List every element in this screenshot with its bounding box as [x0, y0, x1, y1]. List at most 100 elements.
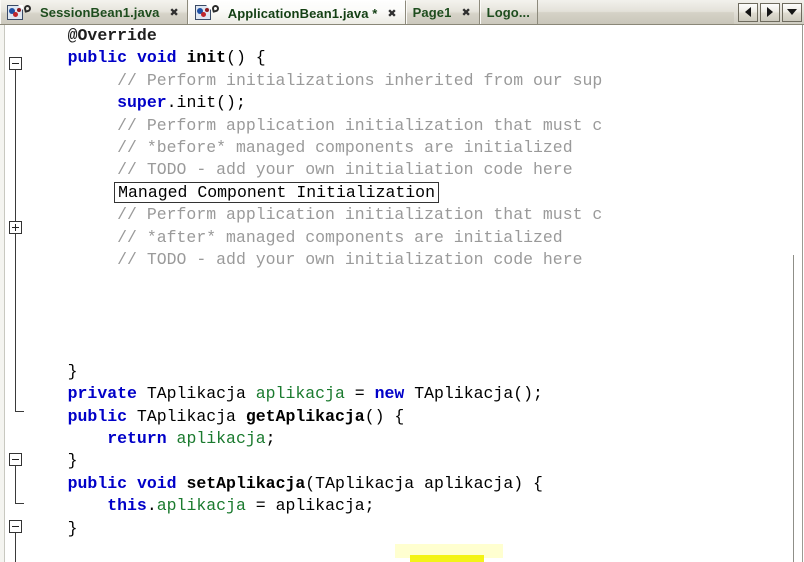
code-line: public void init() { [28, 47, 802, 69]
tab-close-icon[interactable]: ✖ [169, 7, 180, 18]
code-token: // Perform initializations inherited fro… [117, 70, 603, 90]
collapsed-fold-box[interactable]: Managed Component Initialization [114, 181, 439, 203]
code-line: private TAplikacja aplikacja = new TApli… [28, 383, 802, 405]
tab-sessionbean1-java[interactable]: SessionBean1.java ✖ [0, 0, 188, 24]
fold-range-end [15, 503, 24, 504]
fold-toggle-set-aplikacja[interactable] [9, 520, 22, 533]
code-token: // TODO - add your own initialiation cod… [117, 160, 573, 180]
fold-range-line [15, 466, 16, 503]
tab-close-icon[interactable]: ✖ [386, 8, 397, 19]
fold-toggle-get-aplikacja[interactable] [9, 453, 22, 466]
code-token: super [117, 93, 167, 113]
code-token: // Perform application initialization th… [117, 115, 603, 135]
code-token: setAplikacja [186, 473, 306, 493]
code-line: // TODO - add your own initialiation cod… [28, 159, 802, 181]
code-line: this.aplikacja = aplikacja; [28, 495, 802, 517]
fold-toggle-managed-component-initialization[interactable] [9, 221, 22, 234]
tab-close-icon[interactable]: ✖ [460, 7, 471, 18]
code-token: // *before* managed components are initi… [117, 137, 573, 157]
code-token: void [136, 473, 177, 493]
code-line: // *after* managed components are initia… [28, 227, 802, 249]
code-token: return [107, 429, 167, 449]
code-token: = aplikacja; [245, 496, 375, 516]
tab-list-dropdown-button[interactable] [782, 2, 802, 22]
code-line: // Perform initializations inherited fro… [28, 70, 802, 92]
code-token: public [67, 406, 128, 426]
code-line: @Override [28, 25, 802, 47]
code-line: public TAplikacja getAplikacja() { [28, 406, 802, 428]
code-text-area[interactable]: @Override public void init() { // Perfor… [28, 25, 802, 562]
code-line: Managed Component Initialization [28, 181, 802, 204]
code-line: // Perform application initialization th… [28, 204, 802, 226]
tab-applicationbean1-java[interactable]: ApplicationBean1.java * ✖ [187, 0, 406, 24]
code-folding-gutter[interactable] [6, 25, 26, 562]
scroll-tabs-right-button[interactable] [760, 2, 780, 22]
code-line: return aplikacja; [28, 428, 802, 450]
code-token: this [107, 496, 147, 516]
code-token: init [186, 48, 227, 68]
code-line: super.init(); [28, 92, 802, 114]
code-token: private [67, 384, 137, 404]
code-token: (TAplikacja aplikacja) { [305, 473, 543, 493]
code-token: aplikacja [156, 496, 246, 516]
java-bean-file-icon [7, 4, 35, 22]
code-token: ; [265, 429, 276, 449]
code-token: () { [226, 48, 266, 68]
code-token: void [136, 48, 177, 68]
code-line: // TODO - add your own initialization co… [28, 249, 802, 271]
tab-label: Page1 [412, 5, 452, 20]
code-token: // TODO - add your own initialization co… [117, 249, 583, 269]
code-token: . [146, 496, 157, 516]
code-token: TAplikacja [127, 406, 246, 426]
code-token: } [67, 451, 78, 471]
search-match-highlight [410, 555, 484, 562]
code-editor[interactable]: @Override public void init() { // Perfor… [0, 25, 804, 562]
code-token: = [344, 384, 375, 404]
tab-label: ApplicationBean1.java * [227, 5, 378, 21]
tab-label: SessionBean1.java [40, 5, 160, 20]
fold-range-end [15, 411, 24, 412]
annotation-glyph-gutter[interactable] [0, 25, 5, 562]
chevron-left-icon [745, 7, 751, 17]
tab-logo[interactable]: Logo... [479, 0, 538, 24]
code-line: } [28, 518, 802, 540]
tab-page1[interactable]: Page1 ✖ [405, 0, 480, 24]
code-line: public void setAplikacja(TAplikacja apli… [28, 473, 802, 495]
scroll-tabs-left-button[interactable] [738, 2, 758, 22]
code-token: TAplikacja [136, 384, 256, 404]
code-line: // Perform application initialization th… [28, 115, 802, 137]
fold-toggle-init-method[interactable] [9, 57, 22, 70]
code-line: } [28, 450, 802, 472]
editor-vertical-scrollbar[interactable] [793, 255, 794, 562]
code-token: aplikacja [176, 429, 266, 449]
code-token: } [67, 361, 78, 381]
chevron-right-icon [767, 7, 773, 17]
code-token: .init(); [166, 93, 246, 113]
code-token: public [67, 48, 128, 68]
code-token: } [67, 518, 78, 538]
tab-label: Logo... [486, 5, 530, 20]
code-token: // *after* managed components are initia… [117, 227, 563, 247]
